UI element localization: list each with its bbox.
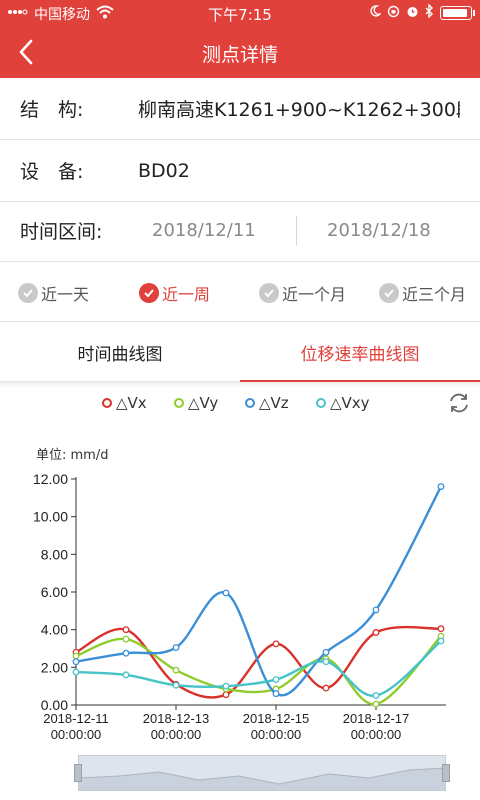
data-point — [272, 676, 280, 684]
data-point — [322, 648, 330, 656]
slider-handle-left[interactable] — [74, 764, 82, 782]
time-range-row: 时间区间: 2018/12/11 2018/12/18 — [0, 200, 480, 262]
x-tick-date-label: 2018-12-13 — [143, 711, 210, 726]
data-point — [372, 700, 380, 708]
tab-label: 时间曲线图 — [77, 344, 163, 365]
data-point — [222, 682, 230, 690]
x-tick-time-label: 00:00:00 — [351, 727, 402, 742]
tab-displacement-rate-curve[interactable]: 位移速率曲线图 — [240, 322, 480, 383]
x-tick-time-label: 00:00:00 — [251, 727, 302, 742]
battery-icon — [440, 6, 475, 20]
data-point — [272, 690, 280, 698]
data-point — [372, 692, 380, 700]
chart-tabs: 时间曲线图 位移速率曲线图 — [0, 322, 480, 383]
data-point — [222, 691, 230, 699]
range-option-label: 近一周 — [162, 285, 211, 304]
data-point — [437, 625, 445, 633]
structure-label: 结 构: — [20, 99, 84, 121]
rotation-lock-icon — [387, 5, 400, 22]
line-chart: 12.0010.008.006.004.002.000.002018-12-11… — [33, 471, 446, 742]
data-point — [122, 635, 130, 643]
data-point — [122, 649, 130, 657]
data-point — [437, 483, 445, 490]
series-line-3 — [75, 485, 443, 697]
data-point — [372, 629, 380, 636]
series-line-4 — [75, 640, 442, 697]
check-icon — [379, 283, 399, 303]
data-point — [322, 658, 330, 666]
y-tick-label: 6.00 — [41, 584, 68, 600]
start-date-field[interactable]: 2018/12/11 — [152, 220, 256, 241]
x-tick-time-label: 00:00:00 — [151, 727, 202, 742]
structure-value: 柳南高速K1261+900~K1262+300段 — [138, 99, 460, 121]
alarm-icon — [406, 5, 419, 22]
chart-panel: △Vx △Vy △Vz △Vxy 单位: mm/d 12.00 10.00 8.00… — [0, 382, 480, 800]
date-divider — [296, 216, 297, 246]
time-range-label: 时间区间: — [20, 221, 103, 243]
y-tick-label: 2.00 — [41, 659, 68, 675]
check-icon — [259, 283, 279, 303]
data-point — [72, 668, 80, 676]
quick-range-selector: 近一天 近一周 近一个月 近三个月 — [0, 262, 480, 322]
data-point — [322, 684, 330, 692]
device-label: 设 备: — [20, 161, 84, 183]
slider-handle-right[interactable] — [442, 764, 450, 782]
moon-icon — [369, 5, 383, 21]
device-value: BD02 — [138, 159, 190, 182]
device-row: 设 备: BD02 — [0, 140, 480, 202]
data-point — [272, 640, 280, 648]
range-option-label: 近一个月 — [282, 285, 347, 304]
structure-row: 结 构: 柳南高速K1261+900~K1262+300段 — [0, 78, 480, 140]
data-point — [72, 658, 80, 666]
data-point — [437, 637, 445, 645]
range-option-one-month[interactable]: 近一个月 — [259, 281, 346, 305]
check-icon — [18, 283, 38, 303]
range-option-three-months[interactable]: 近三个月 — [379, 281, 466, 305]
range-option-label: 近三个月 — [402, 285, 467, 304]
data-point — [372, 606, 380, 614]
data-point — [172, 666, 180, 674]
y-tick-label: 12.00 — [33, 471, 68, 487]
status-bar: 中国移动 下午7:15 — [0, 0, 480, 26]
bluetooth-icon — [425, 3, 434, 22]
data-point — [172, 644, 180, 652]
y-tick-label: 4.00 — [41, 622, 68, 638]
range-option-one-week[interactable]: 近一周 — [139, 281, 210, 305]
x-tick-time-label: 00:00:00 — [51, 727, 102, 742]
page-title: 测点详情 — [201, 44, 278, 66]
y-tick-label: 8.00 — [41, 546, 68, 562]
data-point — [122, 626, 130, 634]
x-tick-date-label: 2018-12-17 — [343, 711, 410, 726]
status-right — [369, 3, 475, 22]
tab-time-curve[interactable]: 时间曲线图 — [0, 322, 240, 382]
end-date-field[interactable]: 2018/12/18 — [327, 220, 431, 241]
slider-preview — [78, 767, 446, 790]
range-option-label: 近一天 — [41, 285, 90, 304]
data-point — [172, 681, 180, 689]
data-point — [72, 652, 80, 660]
data-point — [222, 589, 230, 597]
tab-label: 位移速率曲线图 — [300, 344, 420, 365]
data-point — [122, 671, 130, 679]
check-icon — [139, 283, 159, 303]
x-tick-date-label: 2018-12-15 — [243, 711, 310, 726]
series-line-2 — [75, 635, 442, 706]
y-tick-label: 10.00 — [33, 509, 68, 525]
x-tick-date-label: 2018-12-11 — [43, 711, 109, 726]
data-zoom-slider[interactable] — [74, 755, 450, 791]
nav-bar: 测点详情 — [0, 26, 480, 78]
range-option-one-day[interactable]: 近一天 — [18, 281, 89, 305]
